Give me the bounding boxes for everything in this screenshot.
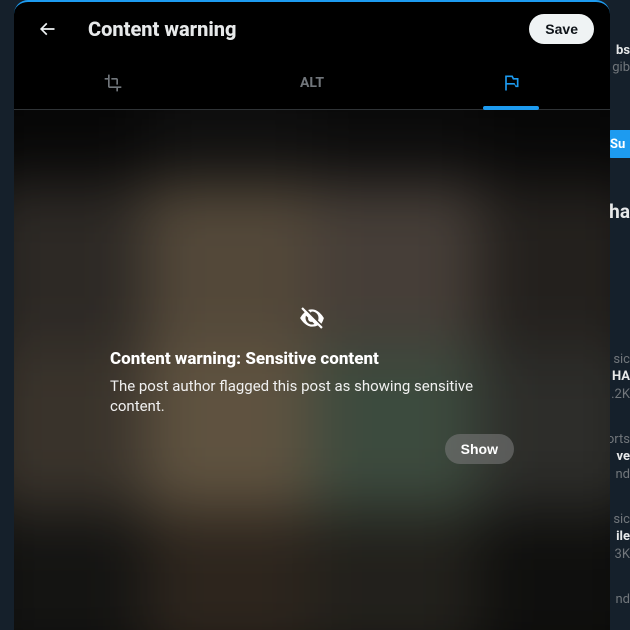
content-warning-modal: Content warning Save ALT <box>14 0 610 630</box>
crop-icon <box>103 73 123 93</box>
subscribe-button-fragment: Su <box>608 130 630 158</box>
bg-text: bs <box>616 43 630 58</box>
bg-text: 3K <box>615 547 630 562</box>
bg-text: nd <box>615 592 630 607</box>
tab-alt-label: ALT <box>300 75 324 91</box>
background-sidebar: bs gib Su 'ha sic HA .2K orts ve nd sic … <box>608 0 630 630</box>
tab-crop[interactable] <box>14 56 213 109</box>
bg-text: gib <box>612 60 630 75</box>
warning-title: Content warning: Sensitive content <box>110 349 514 369</box>
warning-description: The post author flagged this post as sho… <box>110 377 514 416</box>
hidden-eye-icon <box>299 305 325 335</box>
bg-text: .2K <box>611 387 630 402</box>
save-button[interactable]: Save <box>529 14 594 44</box>
arrow-left-icon <box>37 19 57 39</box>
bg-text: ile <box>616 529 630 544</box>
back-button[interactable] <box>30 12 64 46</box>
tab-content-warning[interactable] <box>411 56 610 109</box>
bg-text: sic <box>613 512 630 527</box>
bg-text: 'ha <box>608 200 630 223</box>
image-preview-area: Content warning: Sensitive content The p… <box>14 110 610 630</box>
flag-icon <box>501 73 521 93</box>
tab-bar: ALT <box>14 56 610 110</box>
bg-text: HA <box>612 369 630 384</box>
content-warning-overlay: Content warning: Sensitive content The p… <box>110 305 514 464</box>
show-button[interactable]: Show <box>445 434 514 464</box>
bg-text: sic <box>613 352 630 367</box>
bg-text: ve <box>616 449 630 464</box>
modal-header: Content warning Save <box>14 2 610 56</box>
bg-text: orts <box>608 432 630 447</box>
modal-title: Content warning <box>88 17 529 41</box>
bg-text: nd <box>615 467 630 482</box>
tab-alt-text[interactable]: ALT <box>213 56 412 109</box>
